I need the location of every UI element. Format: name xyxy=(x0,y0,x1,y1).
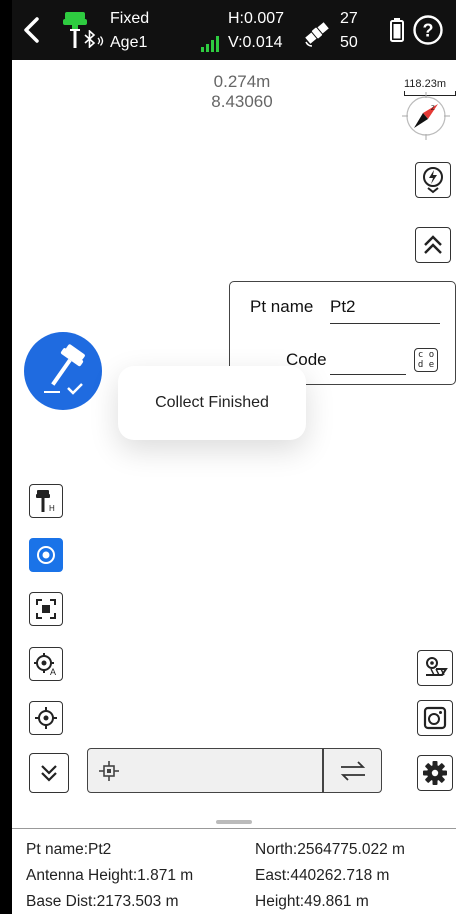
compass-letter: Z xyxy=(431,106,435,112)
collect-point-button[interactable] xyxy=(24,332,102,410)
code-underline xyxy=(330,374,406,375)
app-screen: Fixed Age1 H:0.007 V:0.014 27 50 ? 0.274… xyxy=(12,0,456,914)
back-arrow-icon[interactable] xyxy=(20,14,44,46)
survey-pole-icon xyxy=(44,344,85,395)
info-height: Height:49.861 m xyxy=(255,893,369,910)
help-icon[interactable]: ? xyxy=(412,14,444,46)
age-status: Age1 xyxy=(110,34,148,51)
code-library-icon[interactable]: c od e xyxy=(414,348,438,372)
toast-message: Collect Finished xyxy=(118,366,306,440)
svg-text:H: H xyxy=(49,504,55,513)
info-antenna-height: Antenna Height:1.871 m xyxy=(26,867,194,884)
info-north: North:2564775.022 m xyxy=(255,841,405,858)
command-bar[interactable] xyxy=(87,748,382,793)
signal-bars-icon xyxy=(200,36,222,52)
camera-icon xyxy=(423,706,447,730)
crosshair-icon xyxy=(35,707,57,729)
double-chevron-down-icon xyxy=(41,765,57,782)
h-precision: H:0.007 xyxy=(228,10,285,27)
fix-status: Fixed xyxy=(110,10,150,27)
expand-panel-button[interactable] xyxy=(415,227,451,263)
pt-name-underline xyxy=(330,323,440,324)
layer-map-button[interactable] xyxy=(417,650,453,686)
target-circle-icon xyxy=(37,546,55,564)
auto-center-button[interactable]: A xyxy=(29,647,63,681)
map-scale-label: 118.23m xyxy=(404,78,446,90)
point-info-panel: Pt name:Pt2 North:2564775.022 m Antenna … xyxy=(12,828,456,914)
device-frame: Fixed Age1 H:0.007 V:0.014 27 50 ? 0.274… xyxy=(0,0,456,914)
camera-button[interactable] xyxy=(417,700,453,736)
double-chevron-up-icon xyxy=(424,235,442,254)
svg-text:?: ? xyxy=(423,21,434,41)
sheet-drag-handle[interactable] xyxy=(216,820,252,824)
battery-icon xyxy=(390,18,404,42)
lightning-pin-icon xyxy=(423,167,443,194)
locate-button[interactable] xyxy=(29,701,63,735)
v-precision: V:0.014 xyxy=(228,34,283,51)
info-east: East:440262.718 m xyxy=(255,867,390,884)
locate-a-icon: A xyxy=(34,653,56,676)
switch-arrows-icon[interactable] xyxy=(338,759,368,783)
gear-icon xyxy=(423,761,447,785)
command-bar-divider xyxy=(322,749,324,792)
receiver-h-icon: H xyxy=(36,490,55,513)
satellite-icon[interactable] xyxy=(302,18,332,48)
full-extent-icon xyxy=(36,599,56,619)
point-pick-icon[interactable] xyxy=(98,760,120,782)
satellites-total: 50 xyxy=(340,34,358,51)
target-bearing: 8.43060 xyxy=(211,92,273,111)
map-canvas[interactable]: 0.274m 8.43060 118.23m Z Pt name Pt2 Cod… xyxy=(12,60,456,825)
target-distance: 0.274m xyxy=(213,72,271,91)
map-pin-layers-icon xyxy=(426,657,448,676)
pt-name-field[interactable]: Pt2 xyxy=(330,297,356,317)
status-bar: Fixed Age1 H:0.007 V:0.014 27 50 ? xyxy=(12,0,456,60)
quick-survey-button[interactable] xyxy=(415,162,451,198)
settings-button[interactable] xyxy=(417,755,453,791)
compass-icon[interactable]: Z xyxy=(400,90,452,142)
antenna-height-button[interactable]: H xyxy=(29,484,63,518)
target-readout: 0.274m 8.43060 xyxy=(187,72,297,112)
target-lock-button[interactable] xyxy=(29,538,63,572)
satellites-used: 27 xyxy=(340,10,358,27)
info-pt-name: Pt name:Pt2 xyxy=(26,841,112,858)
svg-text:A: A xyxy=(50,667,56,676)
zoom-extent-button[interactable] xyxy=(29,592,63,626)
broadcast-icon xyxy=(97,36,104,46)
pt-name-label: Pt name xyxy=(250,297,314,316)
collapse-tools-button[interactable] xyxy=(29,753,69,793)
info-base-dist: Base Dist:2173.503 m xyxy=(26,893,179,910)
